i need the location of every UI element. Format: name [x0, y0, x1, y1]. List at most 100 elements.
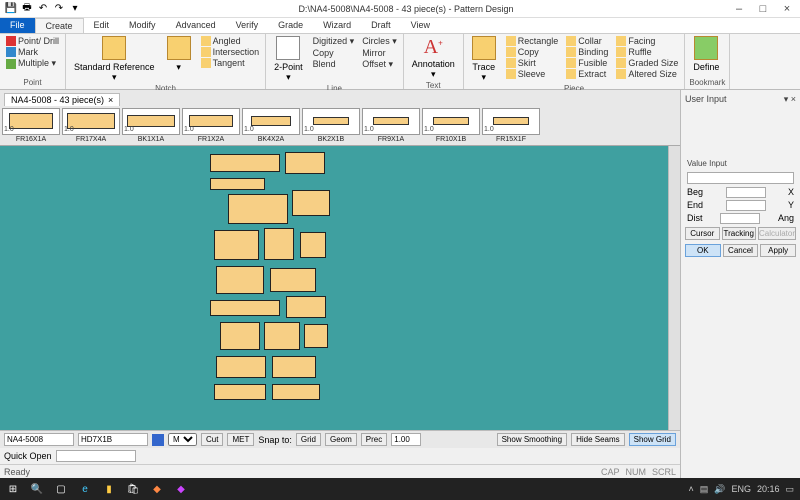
- app-icon[interactable]: ◆: [146, 480, 168, 498]
- print-icon[interactable]: 🖶: [20, 2, 34, 16]
- geom-snap-button[interactable]: Geom: [325, 433, 357, 446]
- panel-menu-icon[interactable]: ▾ ×: [784, 94, 796, 105]
- calculator-mode-button[interactable]: Calculator: [758, 227, 796, 240]
- two-point-button[interactable]: 2-Point▾: [270, 36, 307, 83]
- vertical-scrollbar[interactable]: [668, 146, 680, 430]
- blend-button[interactable]: Blend: [311, 59, 357, 69]
- cursor-mode-button[interactable]: Cursor: [685, 227, 720, 240]
- extract-button[interactable]: Extract: [564, 69, 610, 79]
- redo-icon[interactable]: ↷: [52, 2, 66, 16]
- beg-input[interactable]: [726, 187, 766, 198]
- standard-reference-button[interactable]: Standard Reference▾: [70, 36, 159, 83]
- prec-value[interactable]: [391, 433, 421, 446]
- close-tab-icon[interactable]: ×: [108, 95, 113, 105]
- prec-snap-button[interactable]: Prec: [361, 433, 387, 446]
- ok-button[interactable]: OK: [685, 244, 721, 257]
- document-tab[interactable]: NA4-5008 - 43 piece(s)×: [4, 93, 120, 106]
- cancel-button[interactable]: Cancel: [723, 244, 759, 257]
- copy-line-button[interactable]: Copy: [311, 48, 357, 58]
- minimize-button[interactable]: –: [730, 3, 748, 15]
- start-button[interactable]: ⊞: [2, 480, 24, 498]
- sleeve-button[interactable]: Sleeve: [504, 69, 561, 79]
- app2-icon[interactable]: ◆: [170, 480, 192, 498]
- digitized-button[interactable]: Digitized ▾: [311, 36, 357, 47]
- thumb-item[interactable]: FR17X4A: [62, 108, 120, 143]
- copy-piece-button[interactable]: Copy: [504, 47, 561, 57]
- tab-modify[interactable]: Modify: [119, 18, 166, 33]
- tracking-mode-button[interactable]: Tracking: [722, 227, 757, 240]
- search-icon[interactable]: 🔍: [26, 480, 48, 498]
- sound-icon[interactable]: 🔊: [714, 484, 725, 495]
- notifications-icon[interactable]: ▭: [785, 484, 794, 495]
- thumb-item[interactable]: FR16X1A: [2, 108, 60, 143]
- style-field[interactable]: [4, 433, 74, 446]
- save-icon[interactable]: 💾: [4, 2, 18, 16]
- mirror-button[interactable]: Mirror: [360, 48, 399, 58]
- thumb-item[interactable]: FR10X1B: [422, 108, 480, 143]
- collar-button[interactable]: Collar: [564, 36, 610, 46]
- thumb-item[interactable]: FR15X1F: [482, 108, 540, 143]
- tab-verify[interactable]: Verify: [226, 18, 269, 33]
- tab-grade[interactable]: Grade: [268, 18, 313, 33]
- offset-button[interactable]: Offset ▾: [360, 59, 399, 70]
- fusible-button[interactable]: Fusible: [564, 58, 610, 68]
- angled-button[interactable]: Angled: [199, 36, 262, 46]
- clock[interactable]: 20:16: [757, 484, 780, 494]
- circles-button[interactable]: Circles ▾: [360, 36, 399, 47]
- tab-create[interactable]: Create: [35, 18, 84, 33]
- tab-advanced[interactable]: Advanced: [166, 18, 226, 33]
- show-grid-button[interactable]: Show Grid: [629, 433, 676, 446]
- thumb-item[interactable]: FR9X1A: [362, 108, 420, 143]
- dist-input[interactable]: [720, 213, 760, 224]
- apply-button[interactable]: Apply: [760, 244, 796, 257]
- lang-indicator[interactable]: ENG: [731, 484, 751, 494]
- hide-seams-button[interactable]: Hide Seams: [571, 433, 625, 446]
- define-button[interactable]: Define: [689, 36, 723, 72]
- show-smoothing-button[interactable]: Show Smoothing: [497, 433, 567, 446]
- tab-edit[interactable]: Edit: [84, 18, 120, 33]
- notch-alt-button[interactable]: ▾: [163, 36, 195, 73]
- annotation-button[interactable]: A+Annotation▾: [408, 36, 459, 80]
- tab-file[interactable]: File: [0, 18, 35, 33]
- size-select[interactable]: M: [168, 433, 197, 446]
- binding-button[interactable]: Binding: [564, 47, 610, 57]
- gradedsize-button[interactable]: Graded Size: [614, 58, 680, 68]
- store-icon[interactable]: 🛍: [122, 480, 144, 498]
- explorer-icon[interactable]: ▮: [98, 480, 120, 498]
- trace-button[interactable]: Trace▾: [468, 36, 500, 83]
- close-button[interactable]: ×: [778, 3, 796, 15]
- tab-view[interactable]: View: [401, 18, 440, 33]
- color-swatch[interactable]: [152, 434, 164, 446]
- end-input[interactable]: [726, 200, 766, 211]
- network-icon[interactable]: ▤: [700, 484, 709, 495]
- maximize-button[interactable]: □: [754, 3, 772, 15]
- thumb-item[interactable]: BK4X2A: [242, 108, 300, 143]
- quick-open-input[interactable]: [56, 450, 136, 462]
- edge-icon[interactable]: e: [74, 480, 96, 498]
- canvas[interactable]: [0, 146, 668, 430]
- met-button[interactable]: MET: [227, 433, 254, 446]
- tab-wizard[interactable]: Wizard: [313, 18, 361, 33]
- skirt-button[interactable]: Skirt: [504, 58, 561, 68]
- tab-draft[interactable]: Draft: [361, 18, 401, 33]
- mark-button[interactable]: Mark: [4, 47, 61, 57]
- thumb-item[interactable]: BK2X1B: [302, 108, 360, 143]
- alteredsize-button[interactable]: Altered Size: [614, 69, 680, 79]
- thumb-item[interactable]: FR1X2A: [182, 108, 240, 143]
- multiple-button[interactable]: Multiple ▾: [4, 58, 61, 69]
- tangent-button[interactable]: Tangent: [199, 58, 262, 68]
- grid-snap-button[interactable]: Grid: [296, 433, 321, 446]
- point-drill-button[interactable]: Point/ Drill: [4, 36, 61, 46]
- value-input[interactable]: [687, 172, 794, 184]
- thumb-item[interactable]: BK1X1A: [122, 108, 180, 143]
- intersection-button[interactable]: Intersection: [199, 47, 262, 57]
- undo-icon[interactable]: ↶: [36, 2, 50, 16]
- task-view-icon[interactable]: ▢: [50, 480, 72, 498]
- tray-up-icon[interactable]: ˄: [688, 484, 693, 494]
- piece-field[interactable]: [78, 433, 148, 446]
- rectangle-button[interactable]: Rectangle: [504, 36, 561, 46]
- ruffle-button[interactable]: Ruffle: [614, 47, 680, 57]
- cut-button[interactable]: Cut: [201, 433, 223, 446]
- facing-button[interactable]: Facing: [614, 36, 680, 46]
- qat-dropdown-icon[interactable]: ▾: [68, 2, 82, 16]
